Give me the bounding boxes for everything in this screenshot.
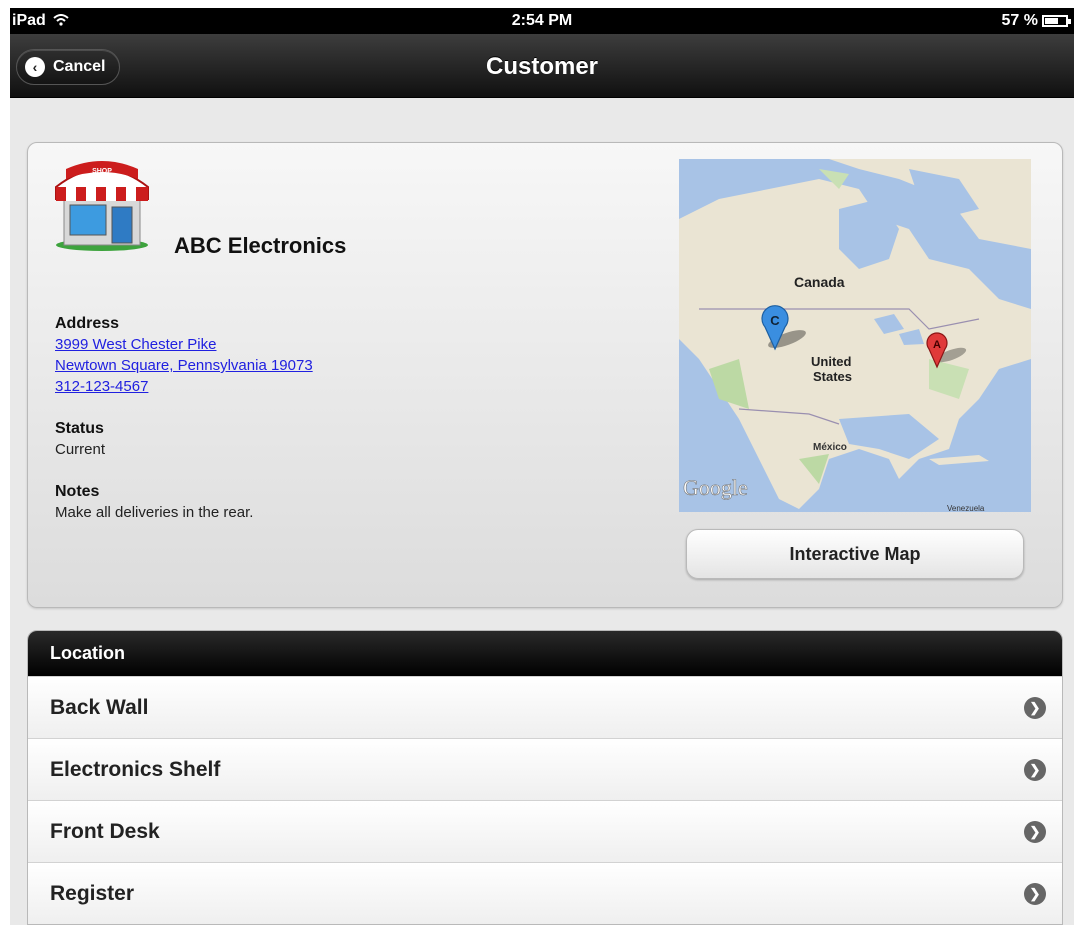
chevron-right-icon: ❯ <box>1024 882 1046 905</box>
list-item-front-desk[interactable]: Front Desk ❯ <box>28 800 1062 862</box>
map-label-mexico: México <box>813 442 847 453</box>
notes-value: Make all deliveries in the rear. <box>55 504 254 521</box>
battery-indicator: 57 % <box>1001 12 1071 30</box>
interactive-map-button[interactable]: Interactive Map <box>686 529 1024 579</box>
address-line2-link[interactable]: Newtown Square, Pennsylvania 19073 <box>55 357 313 374</box>
marker-c-letter: C <box>770 313 780 328</box>
list-item-label: Front Desk <box>50 819 160 843</box>
location-list-header: Location <box>28 631 1062 676</box>
list-item-label: Register <box>50 881 135 905</box>
list-item-electronics-shelf[interactable]: Electronics Shelf ❯ <box>28 738 1062 800</box>
address-label: Address <box>55 315 120 332</box>
map-thumbnail[interactable]: Canada United States México Google Venez… <box>679 159 1031 512</box>
marker-a-letter: A <box>933 339 941 351</box>
map-label-us-line2: States <box>813 369 852 384</box>
shop-sign-text: SHOP <box>92 168 112 175</box>
phone-link[interactable]: 312-123-4567 <box>55 378 148 395</box>
status-value: Current <box>55 441 106 458</box>
google-watermark: Google <box>683 475 748 500</box>
chevron-right-icon: ❯ <box>1024 696 1046 719</box>
map-label-us-line1: United <box>811 354 852 369</box>
status-label: Status <box>55 420 104 437</box>
map-image: Canada United States México Google Venez… <box>679 159 1031 512</box>
customer-card: SHOP ABC Electronics Address 3999 West C… <box>27 142 1063 608</box>
navigation-bar: ‹ Cancel Customer <box>10 34 1074 98</box>
map-label-venezuela: Venezuela <box>947 504 985 512</box>
list-item-label: Back Wall <box>50 695 149 719</box>
notes-label: Notes <box>55 483 100 500</box>
list-item-register[interactable]: Register ❯ <box>28 862 1062 924</box>
list-item-label: Electronics Shelf <box>50 757 221 781</box>
chevron-right-icon: ❯ <box>1024 758 1046 781</box>
battery-icon <box>1042 15 1071 27</box>
chevron-right-icon: ❯ <box>1024 820 1046 843</box>
battery-percent: 57 % <box>1001 12 1038 29</box>
map-label-canada: Canada <box>794 274 845 290</box>
ipad-screen: iPad 2:54 PM 57 % ‹ Cancel Customer SHOP… <box>10 8 1074 925</box>
status-bar: iPad 2:54 PM 57 % <box>10 8 1074 34</box>
shop-icon: SHOP <box>55 161 149 251</box>
location-list: Location Back Wall ❯ Electronics Shelf ❯… <box>27 630 1063 925</box>
company-name: ABC Electronics <box>174 233 347 258</box>
clock: 2:54 PM <box>511 12 573 29</box>
page-title: Customer <box>485 53 599 80</box>
address-line1-link[interactable]: 3999 West Chester Pike <box>55 336 216 353</box>
list-item-back-wall[interactable]: Back Wall ❯ <box>28 676 1062 738</box>
